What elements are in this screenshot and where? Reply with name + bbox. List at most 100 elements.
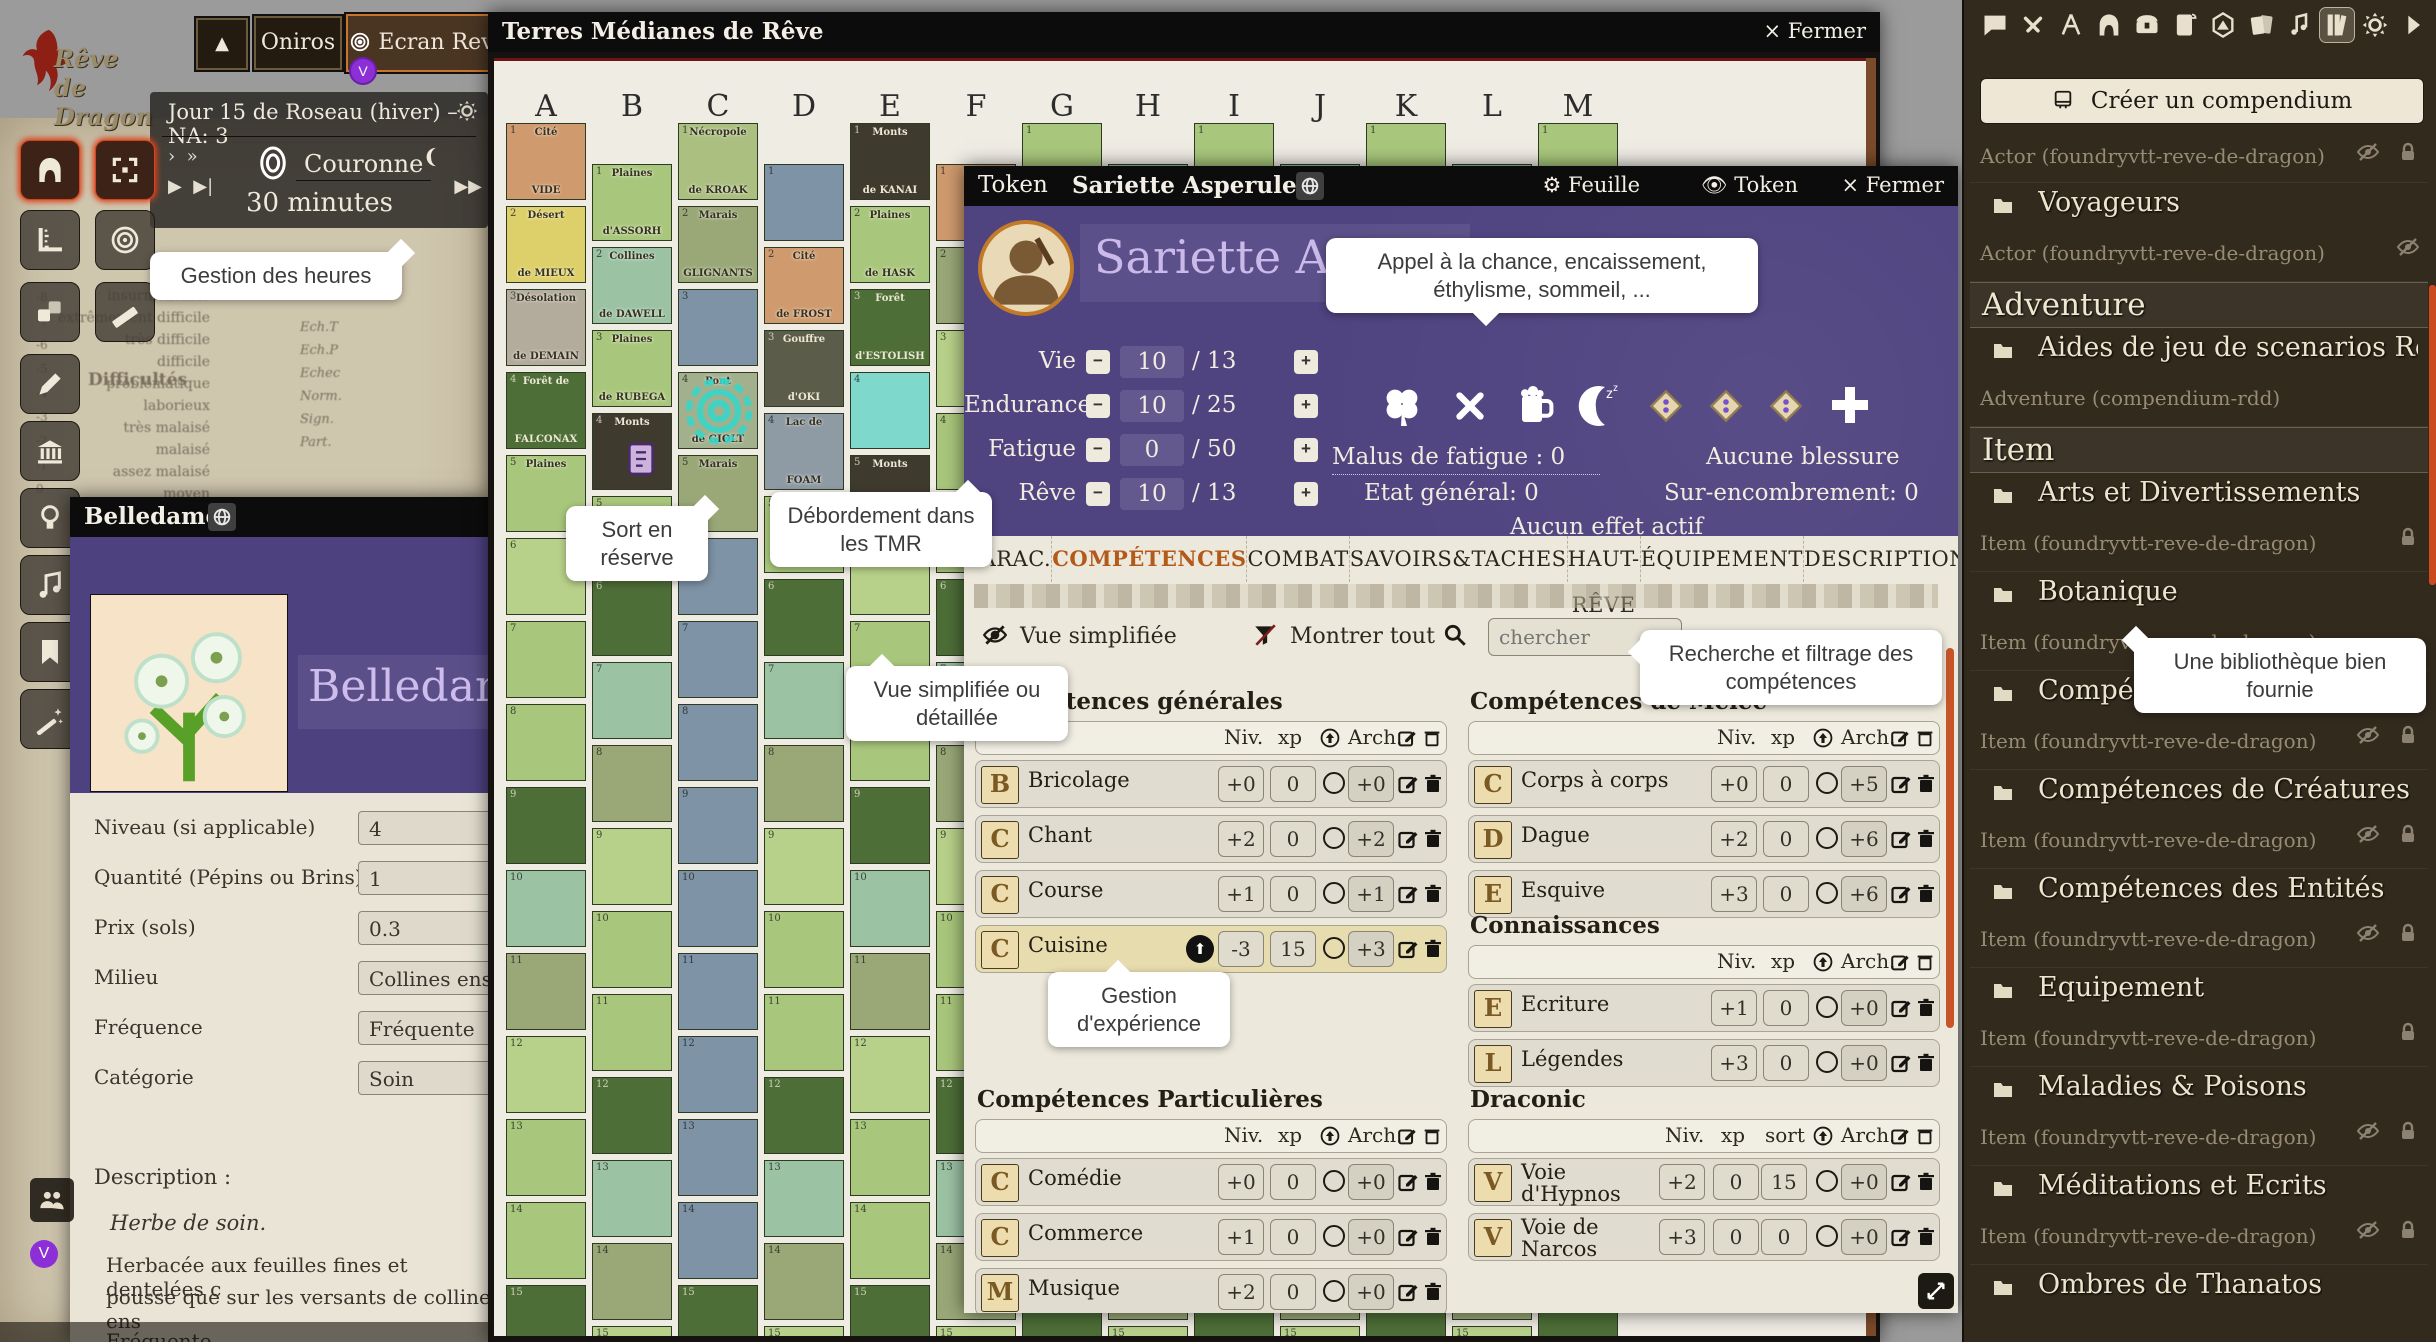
field-value-input[interactable]: Collines ensoleil bbox=[358, 961, 508, 995]
edit-all-icon[interactable] bbox=[1889, 1125, 1911, 1147]
delete-skill-icon[interactable] bbox=[1914, 996, 1938, 1020]
skill-xp-value[interactable]: 0 bbox=[1763, 766, 1809, 802]
toggle-visibility-icon[interactable] bbox=[2396, 235, 2420, 259]
clock-settings-gear-icon[interactable] bbox=[456, 100, 478, 122]
edit-skill-icon[interactable] bbox=[1396, 1225, 1420, 1249]
night-moon-icon[interactable] bbox=[422, 146, 444, 168]
tmr-tile[interactable]: 10 bbox=[764, 911, 844, 988]
edit-all-icon[interactable] bbox=[1889, 727, 1911, 749]
tmr-tile[interactable]: 13 bbox=[764, 1160, 844, 1237]
tmr-tile[interactable]: 7 bbox=[764, 662, 844, 739]
delete-all-icon[interactable] bbox=[1914, 727, 1936, 749]
sidebar-tab-combat[interactable] bbox=[2016, 8, 2050, 42]
delete-skill-icon[interactable] bbox=[1914, 1051, 1938, 1075]
fast-forward-buttons[interactable]: ▶▶ bbox=[454, 176, 482, 197]
delete-all-icon[interactable] bbox=[1421, 727, 1443, 749]
skill-bonus-value[interactable]: +5 bbox=[1841, 766, 1887, 802]
skill-niv-value[interactable]: +1 bbox=[1711, 990, 1757, 1026]
skill-niv-value[interactable]: +3 bbox=[1659, 1219, 1705, 1255]
toggle-visibility-icon[interactable] bbox=[2356, 921, 2380, 945]
tmr-tile[interactable]: 7 bbox=[678, 621, 758, 698]
skill-niv-value[interactable]: +1 bbox=[1218, 876, 1264, 912]
tmr-tile[interactable]: 8 bbox=[506, 704, 586, 781]
skill-row[interactable]: VVoie de Narcos+300+0 bbox=[1468, 1213, 1940, 1261]
skill-niv-value[interactable]: +2 bbox=[1659, 1164, 1705, 1200]
tmr-tile[interactable]: 4Forêt deFALCONAX bbox=[506, 372, 586, 449]
xp-up-icon[interactable] bbox=[1812, 951, 1834, 973]
oniros-button[interactable]: Oniros bbox=[254, 16, 342, 70]
tmr-tile[interactable]: 14 bbox=[678, 1202, 758, 1279]
tmr-tile[interactable]: 15 bbox=[506, 1285, 586, 1336]
tmr-tile[interactable]: 13 bbox=[850, 1119, 930, 1196]
skill-row[interactable]: CCommerce+10+0 bbox=[975, 1213, 1447, 1261]
skill-bonus-value[interactable]: +3 bbox=[1348, 931, 1394, 967]
stat-current-value[interactable]: 10 bbox=[1120, 390, 1184, 422]
skill-row[interactable]: EEcriture+10+0 bbox=[1468, 984, 1940, 1032]
compendium-entry[interactable]: Compétences de CréaturesItem (foundryvtt… bbox=[1970, 770, 2428, 869]
skill-niv-value[interactable]: +0 bbox=[1218, 1164, 1264, 1200]
delete-skill-icon[interactable] bbox=[1914, 827, 1938, 851]
delete-skill-icon[interactable] bbox=[1421, 1170, 1445, 1194]
narcos-diamond-button[interactable] bbox=[1702, 382, 1750, 434]
tmr-tile[interactable]: 11 bbox=[678, 953, 758, 1030]
edit-skill-icon[interactable] bbox=[1889, 1170, 1913, 1194]
tmr-tile[interactable]: 12 bbox=[764, 1077, 844, 1154]
tool-difficulty-button[interactable] bbox=[95, 210, 155, 270]
stat-increase-button[interactable]: + bbox=[1294, 394, 1318, 418]
collapse-macro-bar-button[interactable]: ▲ bbox=[196, 18, 248, 70]
skill-niv-value[interactable]: +0 bbox=[1218, 766, 1264, 802]
skill-xp-value[interactable]: 0 bbox=[1270, 766, 1316, 802]
tab--quipement[interactable]: ÉQUIPEMENT bbox=[1641, 536, 1804, 582]
tmr-tile[interactable]: 6 bbox=[764, 579, 844, 656]
toggle-lock-icon[interactable] bbox=[2396, 822, 2420, 846]
sidebar-tab-tables[interactable] bbox=[2206, 8, 2240, 42]
tool-measure-button[interactable] bbox=[95, 282, 155, 342]
tmr-tile[interactable]: 2Collinesde DAWELL bbox=[592, 247, 672, 324]
toggle-lock-icon[interactable] bbox=[2396, 723, 2420, 747]
tmr-tile[interactable]: 1Montsde KANAI bbox=[850, 123, 930, 200]
xp-gain-icon[interactable]: ⬆ bbox=[1186, 935, 1214, 963]
stat-increase-button[interactable]: + bbox=[1294, 350, 1318, 374]
demi-reve-token-icon[interactable] bbox=[681, 373, 757, 449]
skill-bonus-value[interactable]: +0 bbox=[1348, 1274, 1394, 1310]
xp-up-icon[interactable] bbox=[1812, 1125, 1834, 1147]
skill-xp-value[interactable]: 0 bbox=[1763, 821, 1809, 857]
skill-roll-circle[interactable] bbox=[1816, 1170, 1838, 1192]
tool-bank-button[interactable] bbox=[20, 421, 80, 481]
tmr-tile[interactable]: 1Plainesd'ASSORH bbox=[592, 164, 672, 241]
skill-xp-value[interactable]: 0 bbox=[1763, 990, 1809, 1026]
tmr-tile[interactable]: 11 bbox=[764, 994, 844, 1071]
delete-skill-icon[interactable] bbox=[1421, 882, 1445, 906]
tmr-tile[interactable]: 10 bbox=[678, 870, 758, 947]
skill-roll-circle[interactable] bbox=[1323, 937, 1345, 959]
edit-skill-icon[interactable] bbox=[1396, 1280, 1420, 1304]
skill-bonus-value[interactable]: +0 bbox=[1348, 766, 1394, 802]
skill-xp-value[interactable]: 0 bbox=[1270, 876, 1316, 912]
compendium-entry[interactable]: Méditations et EcritsItem (foundryvtt-re… bbox=[1970, 1166, 2428, 1265]
tmr-tile[interactable]: 15 bbox=[850, 1285, 930, 1336]
skill-roll-circle[interactable] bbox=[1323, 1225, 1345, 1247]
skill-bonus-value[interactable]: +6 bbox=[1841, 821, 1887, 857]
skill-row[interactable]: BBricolage+00+0 bbox=[975, 760, 1447, 808]
play-skip-buttons[interactable]: ▶ ▶| bbox=[168, 176, 213, 197]
skill-bonus-value[interactable]: +0 bbox=[1841, 1164, 1887, 1200]
tmr-tile[interactable]: 3Forêtd'ESTOLISH bbox=[850, 289, 930, 366]
skill-xp-value[interactable]: 0 bbox=[1713, 1164, 1759, 1200]
sheet-config-button[interactable]: ⚙ Feuille bbox=[1543, 173, 1640, 197]
toggle-lock-icon[interactable] bbox=[2396, 525, 2420, 549]
tab-combat[interactable]: COMBAT bbox=[1247, 536, 1349, 582]
tmr-tile[interactable]: 11 bbox=[506, 953, 586, 1030]
tmr-tile[interactable]: 7 bbox=[506, 621, 586, 698]
tmr-tile[interactable]: 10 bbox=[592, 911, 672, 988]
delete-skill-icon[interactable] bbox=[1914, 1225, 1938, 1249]
show-all-label[interactable]: Montrer tout bbox=[1290, 624, 1435, 649]
edit-skill-icon[interactable] bbox=[1396, 882, 1420, 906]
edit-skill-icon[interactable] bbox=[1396, 772, 1420, 796]
skill-row[interactable]: EEsquive+30+6 bbox=[1468, 870, 1940, 918]
skill-roll-circle[interactable] bbox=[1816, 827, 1838, 849]
stat-current-value[interactable]: 10 bbox=[1120, 478, 1184, 510]
tmr-tile[interactable]: 4 bbox=[850, 372, 930, 449]
tmr-tile[interactable]: 9 bbox=[592, 828, 672, 905]
skill-roll-circle[interactable] bbox=[1816, 1051, 1838, 1073]
hypnos-diamond-button[interactable] bbox=[1642, 382, 1690, 434]
